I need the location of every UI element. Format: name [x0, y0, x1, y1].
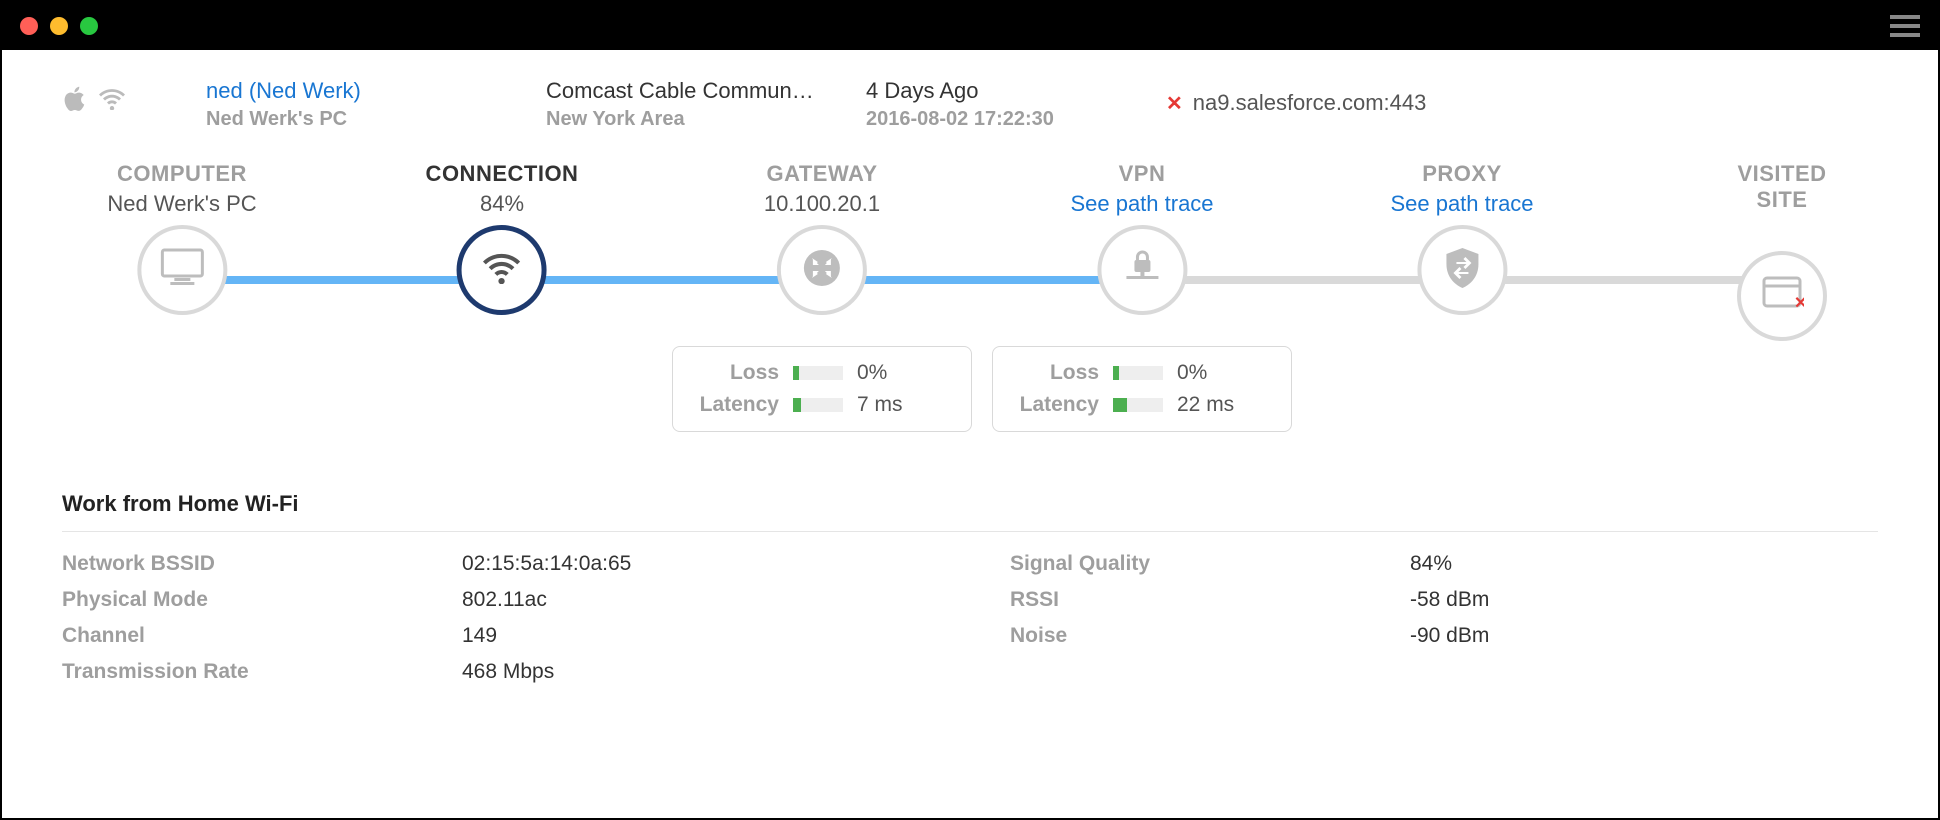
node-computer-sub: Ned Werk's PC	[107, 191, 256, 217]
minimize-window-button[interactable]	[50, 17, 68, 35]
gateway-stats: Loss 0% Latency 7 ms	[672, 346, 972, 432]
details-col-right: Signal Quality84% RSSI-58 dBm Noise-90 d…	[1010, 546, 1878, 690]
detail-row: Signal Quality84%	[1010, 546, 1878, 582]
menu-button[interactable]	[1890, 15, 1920, 37]
node-gateway-label: GATEWAY	[764, 161, 880, 187]
node-vpn[interactable]	[1097, 225, 1187, 315]
details-title: Work from Home Wi-Fi	[62, 491, 1878, 532]
vpn-latency-value: 22 ms	[1177, 393, 1234, 417]
visited-site-host: na9.salesforce.com:443	[1193, 90, 1427, 116]
vpn-latency-label: Latency	[1009, 393, 1099, 417]
node-visited[interactable]: ✕	[1737, 251, 1827, 341]
vpn-loss-label: Loss	[1009, 361, 1099, 385]
svg-text:✕: ✕	[1794, 295, 1804, 312]
node-gateway-sub: 10.100.20.1	[764, 191, 880, 217]
detail-row: Channel149	[62, 618, 930, 654]
window-titlebar	[2, 2, 1938, 50]
monitor-icon	[160, 248, 204, 293]
maximize-window-button[interactable]	[80, 17, 98, 35]
age-timestamp: 2016-08-02 17:22:30	[866, 108, 1126, 131]
age-label: 4 Days Ago	[866, 78, 1126, 104]
node-proxy-link[interactable]: See path trace	[1390, 191, 1533, 217]
lock-network-icon	[1120, 248, 1164, 293]
shield-arrows-icon	[1442, 246, 1482, 295]
detail-row: Transmission Rate468 Mbps	[62, 654, 930, 690]
gateway-loss-value: 0%	[857, 361, 887, 385]
vpn-latency-bar	[1113, 398, 1163, 412]
detail-row: Noise-90 dBm	[1010, 618, 1878, 654]
node-proxy-label: PROXY	[1390, 161, 1533, 187]
user-link[interactable]: ned (Ned Werk)	[206, 78, 506, 104]
node-visited-label: VISITED SITE	[1734, 161, 1830, 213]
gateway-latency-value: 7 ms	[857, 393, 903, 417]
detail-row: Network BSSID02:15:5a:14:0a:65	[62, 546, 930, 582]
user-machine: Ned Werk's PC	[206, 108, 506, 131]
detail-row: RSSI-58 dBm	[1010, 582, 1878, 618]
gateway-loss-label: Loss	[689, 361, 779, 385]
isp-location: New York Area	[546, 108, 826, 131]
close-window-button[interactable]	[20, 17, 38, 35]
gateway-latency-label: Latency	[689, 393, 779, 417]
node-proxy[interactable]	[1417, 225, 1507, 315]
gateway-loss-bar	[793, 366, 843, 380]
node-gateway[interactable]	[777, 225, 867, 315]
path-graph: COMPUTER Ned Werk's PC CONNECTION 84% GA…	[62, 161, 1878, 381]
vpn-loss-bar	[1113, 366, 1163, 380]
wifi-icon	[482, 252, 522, 289]
node-connection-sub: 84%	[426, 191, 579, 217]
wifi-icon	[98, 88, 126, 115]
apple-icon	[62, 86, 86, 117]
node-connection[interactable]	[457, 225, 547, 315]
header-row: ned (Ned Werk) Ned Werk's PC Comcast Cab…	[62, 78, 1878, 131]
details-col-left: Network BSSID02:15:5a:14:0a:65 Physical …	[62, 546, 930, 690]
vpn-stats: Loss 0% Latency 22 ms	[992, 346, 1292, 432]
node-computer[interactable]	[137, 225, 227, 315]
error-x-icon: ✕	[1166, 91, 1183, 116]
node-vpn-label: VPN	[1070, 161, 1213, 187]
traffic-lights	[20, 17, 98, 35]
node-vpn-link[interactable]: See path trace	[1070, 191, 1213, 217]
browser-error-icon: ✕	[1760, 274, 1804, 319]
node-visited-sub	[1734, 217, 1830, 243]
details-section: Work from Home Wi-Fi Network BSSID02:15:…	[62, 491, 1878, 690]
vpn-loss-value: 0%	[1177, 361, 1207, 385]
node-connection-label: CONNECTION	[426, 161, 579, 187]
node-computer-label: COMPUTER	[107, 161, 256, 187]
isp-name: Comcast Cable Commun…	[546, 78, 826, 104]
detail-row: Physical Mode802.11ac	[62, 582, 930, 618]
gateway-latency-bar	[793, 398, 843, 412]
gateway-icon	[802, 248, 842, 293]
